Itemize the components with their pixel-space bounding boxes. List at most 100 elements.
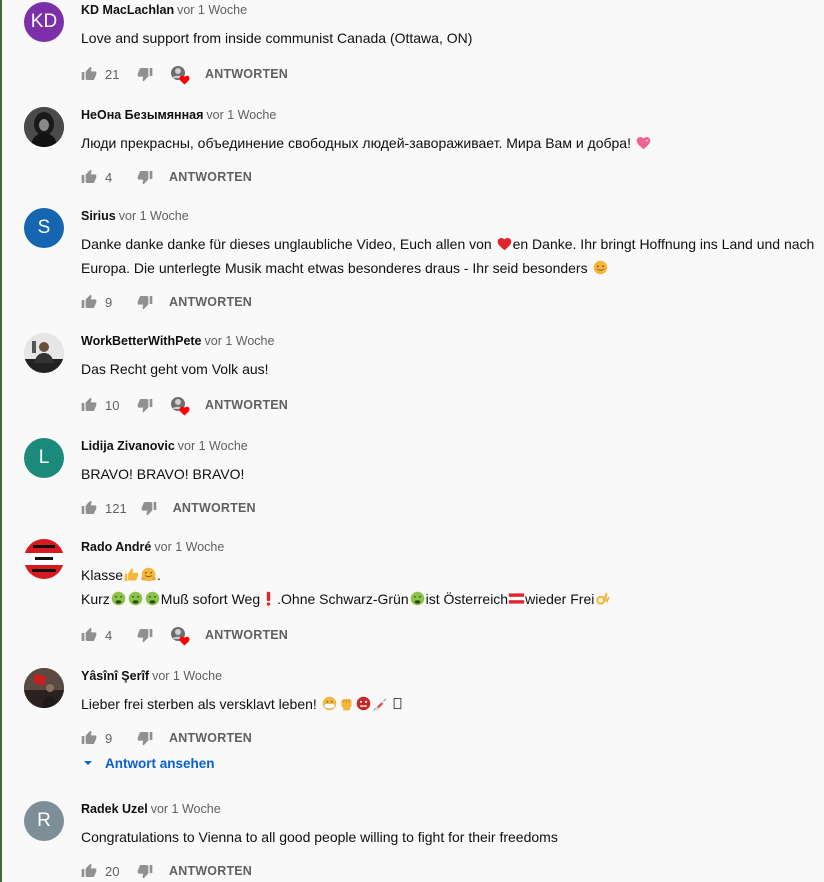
comment-actions: 121 ANTWORTEN	[81, 496, 256, 520]
comment-text: Das Recht geht vom Volk aus!	[81, 361, 269, 377]
nauseated-face-emoji	[410, 591, 424, 606]
timestamp[interactable]: vor 1 Woche	[178, 439, 248, 453]
comment-header: WorkBetterWithPete vor 1 Woche	[81, 333, 814, 349]
comment-actions: 10 ANTWORTEN	[81, 393, 288, 417]
comment-text: Congratulations to Vienna to all good pe…	[81, 829, 558, 845]
reply-button[interactable]: ANTWORTEN	[205, 67, 288, 81]
author-name[interactable]: WorkBetterWithPete	[81, 334, 202, 348]
avatar[interactable]: KD	[24, 2, 64, 42]
nauseated-face-emoji	[128, 591, 143, 606]
timestamp[interactable]: vor 1 Woche	[151, 802, 221, 816]
timestamp[interactable]: vor 1 Woche	[119, 209, 189, 223]
creator-heart-icon	[169, 64, 190, 85]
creator-heart-icon	[169, 395, 190, 416]
comment-text: Люди прекрасны, объединение свободных лю…	[81, 131, 814, 155]
thumb-up-icon[interactable]	[81, 66, 97, 82]
avatar[interactable]: S	[24, 208, 64, 248]
comment-header: Sirius vor 1 Woche	[81, 208, 814, 224]
comment-header: Yâsînî Şerîf vor 1 Woche	[81, 668, 814, 684]
like-count: 9	[105, 294, 113, 310]
caret-down-icon	[83, 756, 93, 771]
thumb-up-icon[interactable]	[81, 627, 97, 643]
avatar[interactable]: R	[24, 801, 64, 841]
comment-text: BRAVO! BRAVO! BRAVO!	[81, 466, 245, 482]
avatar[interactable]	[24, 668, 64, 708]
thumb-down-icon[interactable]	[137, 627, 153, 643]
thumb-up-icon[interactable]	[81, 730, 97, 746]
thumb-down-icon[interactable]	[137, 66, 153, 82]
thumb-up-icon[interactable]	[81, 397, 97, 413]
thumb-down-icon[interactable]	[137, 169, 153, 185]
comment-text: Klasse. Kurz Muß sofort Weg .Ohne Schwarz-…	[81, 563, 814, 611]
like-count: 9	[105, 730, 113, 746]
left-edge-border	[0, 0, 2, 882]
comment-text: Lieber frei sterben als versklavt leben!	[81, 692, 814, 716]
nauseated-face-emoji	[145, 591, 160, 606]
syringe-emoji	[373, 698, 387, 711]
comment-text: Danke danke danke für dieses unglaublich…	[81, 236, 815, 276]
thumb-down-icon[interactable]	[141, 500, 157, 516]
raised-fist-emoji	[341, 699, 352, 711]
comment-header: Rado André vor 1 Woche	[81, 539, 814, 555]
author-name[interactable]: KD MacLachlan	[81, 3, 174, 17]
comment-actions: 4 ANTWORTEN	[81, 165, 252, 189]
ogre-mask-emoji	[356, 696, 370, 711]
comment-actions: 9 ANTWORTEN	[81, 290, 252, 314]
timestamp[interactable]: vor 1 Woche	[205, 334, 275, 348]
reply-button[interactable]: ANTWORTEN	[169, 295, 252, 309]
smiling-face-emoji	[593, 260, 607, 275]
thumbs-up-emoji	[124, 568, 139, 582]
timestamp[interactable]: vor 1 Woche	[154, 540, 224, 554]
thumb-down-icon[interactable]	[137, 730, 153, 746]
hugging-face-emoji	[141, 567, 156, 582]
creator-heart-icon	[169, 625, 190, 646]
missing-glyph-icon	[393, 697, 402, 710]
author-name[interactable]: Rado André	[81, 540, 151, 554]
avatar[interactable]	[24, 107, 64, 147]
nauseated-face-emoji	[111, 591, 126, 606]
thumb-up-icon[interactable]	[81, 169, 97, 185]
reply-button[interactable]: ANTWORTEN	[169, 731, 252, 745]
author-name[interactable]: Yâsînî Şerîf	[81, 669, 149, 683]
view-replies-button[interactable]: Antwort ansehen	[81, 756, 215, 771]
like-count: 121	[105, 500, 127, 516]
author-name[interactable]: Lidija Zivanovic	[81, 439, 175, 453]
avatar[interactable]	[24, 333, 64, 373]
author-name[interactable]: Radek Uzel	[81, 802, 148, 816]
exclamation-mark-emoji	[266, 591, 271, 606]
view-replies-label: Antwort ansehen	[105, 756, 215, 771]
sparkling-heart-emoji	[636, 136, 651, 150]
reply-button[interactable]: ANTWORTEN	[169, 170, 252, 184]
like-count: 10	[105, 397, 120, 413]
thumb-down-icon[interactable]	[137, 397, 153, 413]
medical-mask-face-emoji	[322, 696, 336, 711]
avatar[interactable]	[24, 539, 64, 579]
like-count: 21	[105, 66, 120, 82]
like-count: 4	[105, 169, 113, 185]
thumb-down-icon[interactable]	[137, 294, 153, 310]
comment-actions: 9 ANTWORTEN	[81, 726, 252, 750]
comment-header: Radek Uzel vor 1 Woche	[81, 801, 814, 817]
author-name[interactable]: Sirius	[81, 209, 116, 223]
timestamp[interactable]: vor 1 Woche	[177, 3, 247, 17]
reply-button[interactable]: ANTWORTEN	[205, 628, 288, 642]
comment-text: Love and support from inside communist C…	[81, 30, 473, 46]
thumb-up-icon[interactable]	[81, 500, 97, 516]
like-count: 4	[105, 627, 113, 643]
avatar[interactable]: L	[24, 438, 64, 478]
timestamp[interactable]: vor 1 Woche	[206, 108, 276, 122]
ok-hand-emoji	[596, 592, 611, 605]
reply-button[interactable]: ANTWORTEN	[169, 864, 252, 878]
timestamp[interactable]: vor 1 Woche	[152, 669, 222, 683]
austria-flag-emoji	[508, 593, 525, 604]
like-count: 20	[105, 863, 120, 879]
thumb-up-icon[interactable]	[81, 294, 97, 310]
author-name[interactable]: НеОна Безымянная	[81, 108, 203, 122]
reply-button[interactable]: ANTWORTEN	[205, 398, 288, 412]
thumb-down-icon[interactable]	[137, 863, 153, 879]
comment-actions: 21 ANTWORTEN	[81, 62, 288, 86]
reply-button[interactable]: ANTWORTEN	[173, 501, 256, 515]
comment-header: KD MacLachlan vor 1 Woche	[81, 2, 814, 18]
comment-header: Lidija Zivanovic vor 1 Woche	[81, 438, 814, 454]
thumb-up-icon[interactable]	[81, 863, 97, 879]
